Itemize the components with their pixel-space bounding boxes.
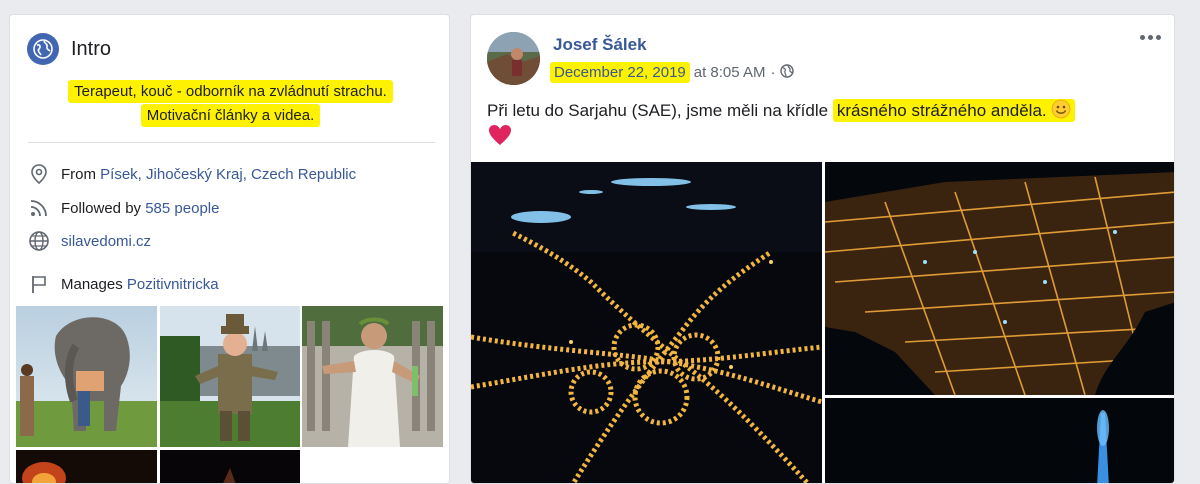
bio-line-1: Terapeut, kouč - odborník na zvládnutí s… (10, 80, 449, 103)
post-text-highlight-text: krásného strážného anděla. (836, 101, 1047, 120)
audience-globe-icon[interactable] (780, 63, 795, 82)
flag-icon (28, 273, 50, 295)
info-followers: Followed by 585 people (28, 197, 219, 219)
post-card: Josef Šálek December 22, 2019 at 8:05 AM… (470, 14, 1175, 484)
website-globe-icon (28, 230, 50, 252)
more-dots-icon[interactable] (1140, 35, 1161, 40)
post-photo-fountain[interactable] (825, 398, 1174, 483)
manages-page-link[interactable]: Pozitivnitricka (127, 276, 219, 293)
post-author-name[interactable]: Josef Šálek (553, 35, 647, 55)
followers-link[interactable]: 585 people (145, 200, 219, 217)
location-pin-icon (28, 163, 50, 185)
bio-line-1-text: Terapeut, kouč - odborník na zvládnutí s… (68, 80, 393, 103)
post-meta: December 22, 2019 at 8:05 AM · (550, 62, 795, 83)
bio-line-2: Motivační články a videa. (10, 104, 449, 127)
intro-photo-prague[interactable] (160, 306, 300, 447)
post-date-link[interactable]: December 22, 2019 (550, 62, 690, 83)
heart-emoji-icon (488, 124, 512, 151)
author-avatar[interactable] (487, 32, 540, 85)
manages-label: Manages (61, 275, 123, 293)
intro-photo-fire[interactable] (16, 450, 157, 483)
post-photo-city[interactable] (825, 162, 1174, 395)
bio-line-2-text: Motivační články a videa. (140, 104, 321, 127)
meta-separator: · (770, 64, 776, 81)
from-location-link[interactable]: Písek, Jihočeský Kraj, Czech Republic (100, 166, 356, 183)
info-from: From Písek, Jihočeský Kraj, Czech Republ… (28, 163, 356, 185)
intro-photo-elephant[interactable] (16, 306, 157, 447)
info-website: silavedomi.cz (28, 230, 151, 252)
intro-photo-toga[interactable] (302, 306, 443, 447)
website-link[interactable]: silavedomi.cz (61, 233, 151, 250)
post-text: Při letu do Sarjahu (SAE), jsme měli na … (487, 97, 1167, 127)
intro-photo-night[interactable] (160, 450, 300, 483)
globe-icon (27, 33, 59, 65)
post-photo-interchange[interactable] (471, 162, 822, 483)
rss-icon (28, 197, 50, 219)
followed-label: Followed by (61, 199, 142, 217)
post-text-highlight: krásného strážného anděla. (832, 99, 1076, 122)
intro-header: Intro (27, 33, 111, 65)
post-time: at 8:05 AM (693, 64, 766, 81)
info-manages: Manages Pozitivnitricka (28, 273, 219, 295)
intro-divider (28, 142, 435, 143)
post-text-before: Při letu do Sarjahu (SAE), jsme měli na … (487, 101, 829, 120)
smile-emoji-icon (1051, 99, 1071, 127)
intro-card: Intro Terapeut, kouč - odborník na zvlád… (9, 14, 450, 484)
intro-title: Intro (71, 37, 112, 60)
from-label: From (61, 165, 96, 183)
